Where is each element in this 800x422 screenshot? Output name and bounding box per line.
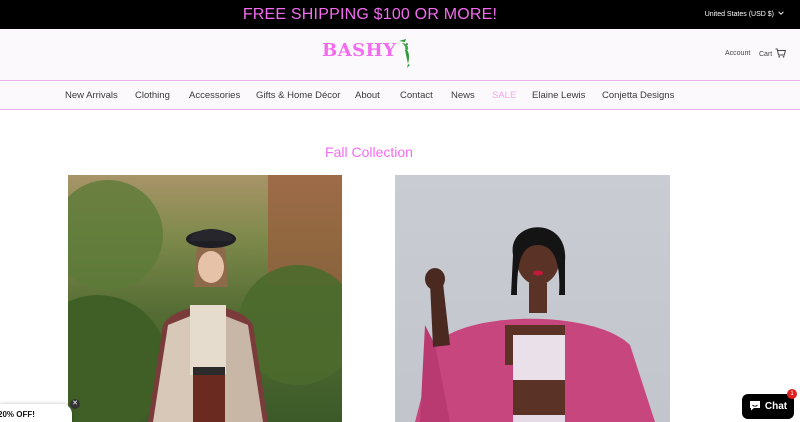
- nav-item-new-arrivals[interactable]: New Arrivals: [65, 81, 118, 110]
- site-header: BASHY Account Cart: [0, 29, 800, 81]
- chat-badge: 1: [787, 389, 797, 399]
- cart-link[interactable]: Cart: [759, 48, 787, 60]
- discount-text: 20% OFF!: [0, 410, 35, 419]
- site-logo[interactable]: BASHY: [322, 39, 415, 71]
- chat-bubble-icon: [749, 400, 761, 414]
- nav-item-contact[interactable]: Contact: [400, 81, 433, 110]
- product-image-1[interactable]: [68, 175, 342, 422]
- announcement-bar: FREE SHIPPING $100 OR MORE! United State…: [0, 0, 800, 29]
- product-image-2[interactable]: [395, 175, 670, 422]
- currency-selector[interactable]: United States (USD $): [705, 0, 784, 29]
- main-nav: New Arrivals Clothing Accessories Gifts …: [0, 81, 800, 110]
- nav-item-conjetta-designs[interactable]: Conjetta Designs: [602, 81, 674, 110]
- section-title: Fall Collection: [325, 144, 413, 160]
- nav-item-news[interactable]: News: [451, 81, 475, 110]
- chat-label: Chat: [764, 401, 788, 412]
- announcement-text: FREE SHIPPING $100 OR MORE!: [242, 6, 498, 23]
- nav-item-sale[interactable]: SALE: [492, 81, 516, 110]
- nav-item-clothing[interactable]: Clothing: [135, 81, 170, 110]
- logo-text: BASHY: [322, 40, 397, 61]
- chat-button[interactable]: Chat: [742, 394, 794, 419]
- account-link[interactable]: Account: [725, 50, 750, 57]
- nav-item-accessories[interactable]: Accessories: [189, 81, 240, 110]
- nav-item-about[interactable]: About: [355, 81, 380, 110]
- hummingbird-icon: [397, 37, 415, 74]
- cart-icon: [775, 48, 787, 60]
- nav-item-elaine-lewis[interactable]: Elaine Lewis: [532, 81, 585, 110]
- discount-popup[interactable]: 20% OFF!: [0, 404, 72, 422]
- close-icon[interactable]: ✕: [70, 399, 80, 409]
- currency-label: United States (USD $): [704, 11, 774, 18]
- nav-item-gifts-home-decor[interactable]: Gifts & Home Décor: [256, 81, 340, 110]
- chevron-down-icon: [778, 0, 784, 29]
- cart-label: Cart: [759, 50, 773, 58]
